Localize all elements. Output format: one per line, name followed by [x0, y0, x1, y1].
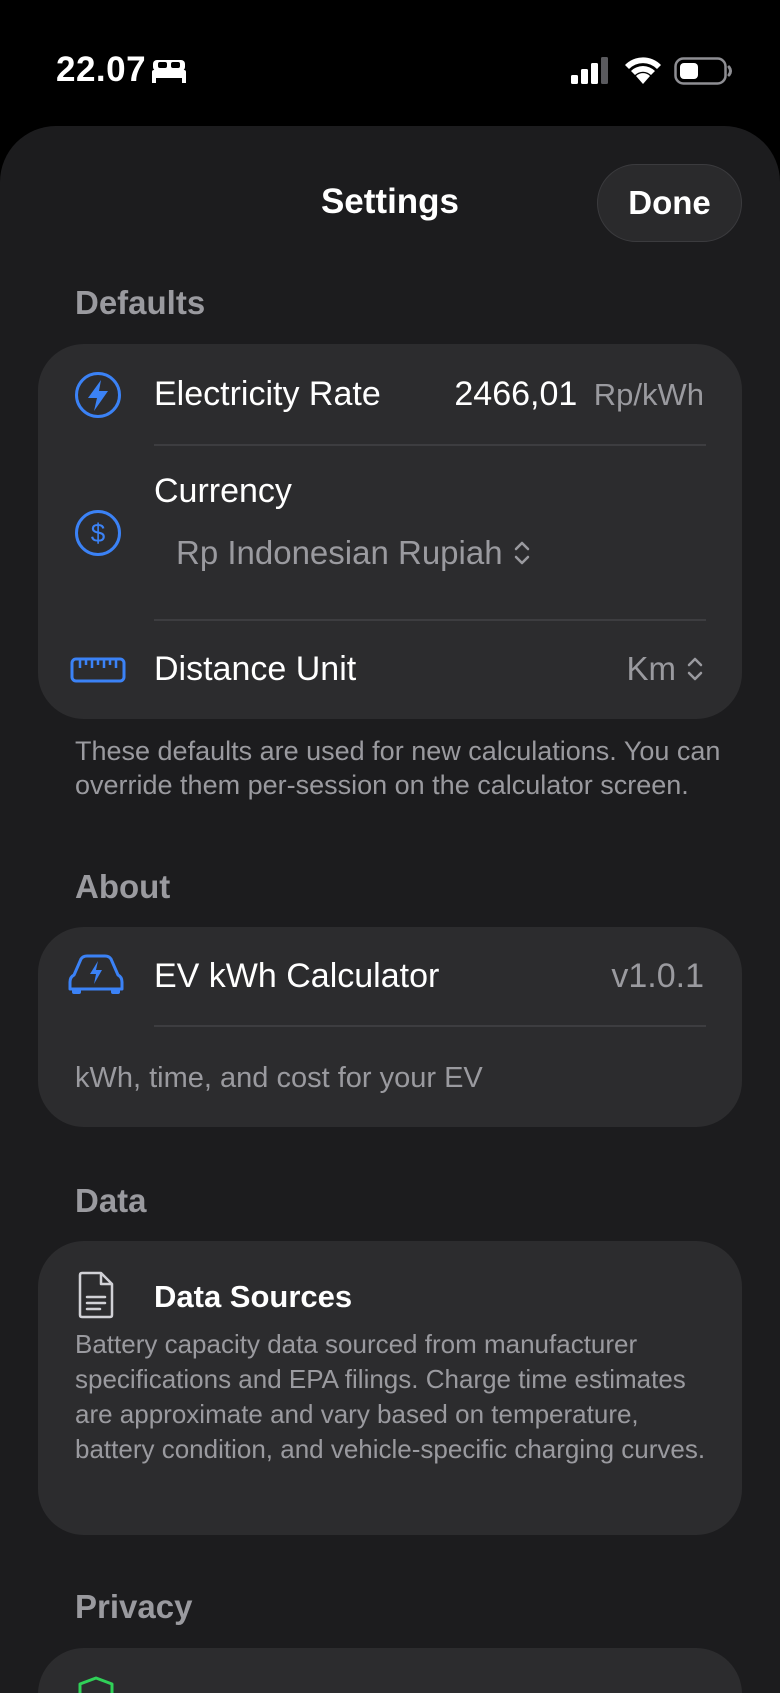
status-time: 22.07: [56, 50, 147, 89]
ruler-icon: [70, 657, 126, 683]
app-description: kWh, time, and cost for your EV: [75, 1062, 483, 1094]
shield-icon: [78, 1676, 114, 1693]
cellular-signal-icon: [571, 57, 608, 84]
ev-car-icon: [68, 954, 124, 994]
done-button[interactable]: Done: [597, 164, 742, 242]
distance-unit-value: Km: [626, 650, 677, 687]
settings-sheet: Settings Done Defaults Electricity Rate …: [0, 126, 780, 1693]
electricity-rate-value-group: 2466,01 Rp/kWh: [454, 375, 704, 414]
bolt-circle-icon: [75, 372, 121, 418]
svg-text:$: $: [91, 518, 106, 548]
wifi-icon: [625, 57, 661, 84]
distance-unit-label: Distance Unit: [154, 650, 357, 688]
data-sources-title: Data Sources: [154, 1279, 353, 1314]
electricity-rate-label: Electricity Rate: [154, 375, 381, 413]
currency-value: Rp Indonesian Rupiah: [176, 534, 503, 571]
dollar-circle-icon: $: [75, 510, 121, 556]
defaults-footnote: These defaults are used for new calculat…: [75, 736, 721, 800]
currency-label: Currency: [154, 472, 292, 510]
about-card: EV kWh Calculator v1.0.1 kWh, time, and …: [38, 927, 742, 1127]
privacy-card: [38, 1648, 742, 1693]
divider: [154, 1025, 706, 1027]
section-header-defaults: Defaults: [75, 284, 206, 321]
data-sources-body: Battery capacity data sourced from manuf…: [75, 1329, 706, 1464]
chevron-up-down-icon: [687, 657, 703, 681]
electricity-rate-row[interactable]: Electricity Rate 2466,01 Rp/kWh: [38, 344, 742, 446]
electricity-rate-value[interactable]: 2466,01: [454, 375, 577, 413]
app-version: v1.0.1: [611, 957, 704, 995]
battery-icon: [674, 57, 732, 85]
chevron-up-down-icon: [514, 541, 529, 565]
app-info-row: EV kWh Calculator v1.0.1: [38, 927, 742, 1027]
bed-icon: [152, 60, 186, 83]
data-sources-card: Data Sources Battery capacity data sourc…: [38, 1241, 742, 1535]
currency-row: $ Currency Rp Indonesian Rupiah: [38, 446, 742, 620]
app-name: EV kWh Calculator: [154, 957, 440, 995]
document-icon: [78, 1271, 114, 1319]
status-bar: 22.07: [0, 0, 780, 120]
defaults-card: Electricity Rate 2466,01 Rp/kWh $ Curren…: [38, 344, 742, 719]
section-header-privacy: Privacy: [75, 1588, 193, 1625]
distance-unit-row: Distance Unit Km: [38, 621, 742, 719]
currency-picker[interactable]: Rp Indonesian Rupiah: [176, 534, 531, 572]
section-header-data: Data: [75, 1182, 147, 1219]
distance-unit-picker[interactable]: Km: [627, 650, 705, 688]
section-header-about: About: [75, 868, 171, 905]
electricity-rate-unit: Rp/kWh: [593, 377, 704, 412]
